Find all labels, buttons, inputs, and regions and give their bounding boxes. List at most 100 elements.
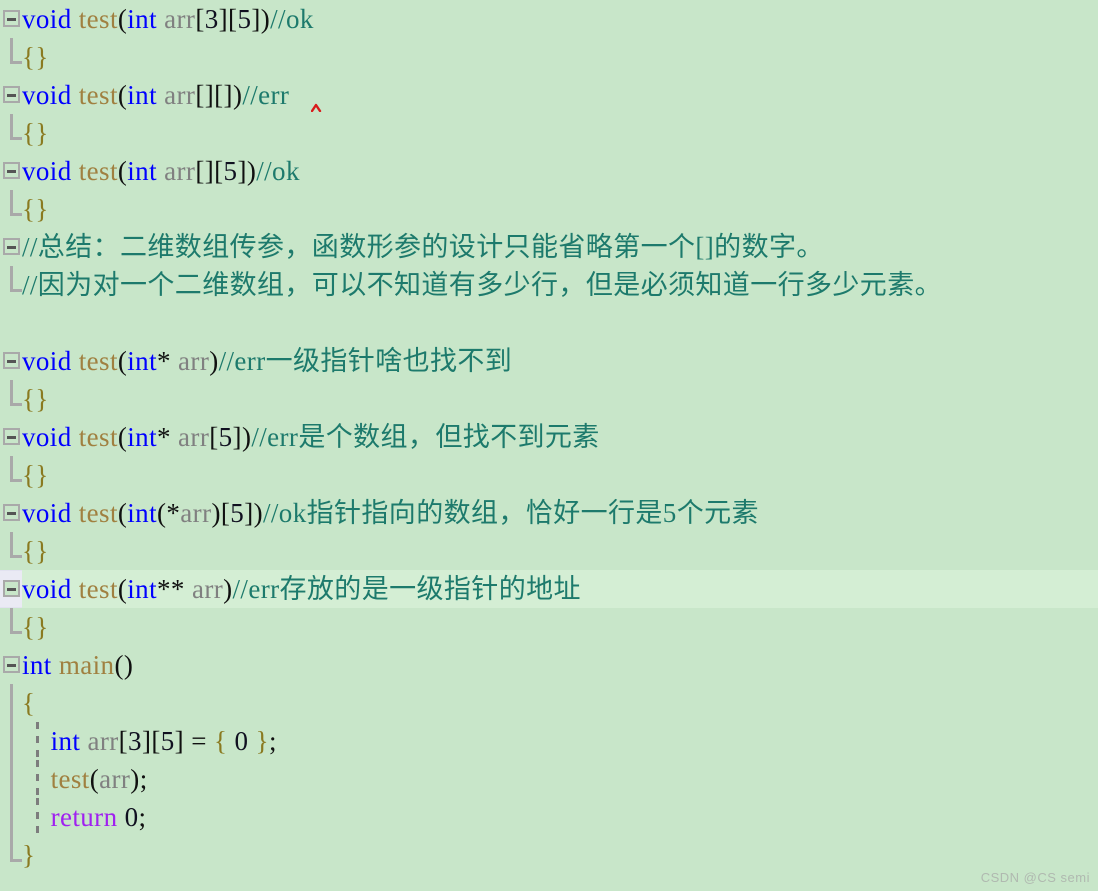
token-brace: {} <box>22 118 49 148</box>
code-text[interactable]: return 0; <box>22 798 146 836</box>
code-line[interactable]: return 0; <box>0 798 1098 836</box>
code-editor-surface[interactable]: void test(int arr[3][5])//ok{} void test(… <box>0 0 1098 891</box>
token-punct: [ <box>151 726 161 756</box>
code-text[interactable]: int arr[3][5] = { 0 }; <box>22 722 277 760</box>
code-line[interactable] <box>0 304 1098 342</box>
code-text[interactable]: void test(int* arr[5])//err是个数组，但找不到元素 <box>22 418 600 456</box>
fold-collapse-icon[interactable] <box>3 238 20 255</box>
code-text[interactable]: void test(int arr[3][5])//ok <box>22 0 314 38</box>
code-line[interactable]: {} <box>0 114 1098 152</box>
code-text[interactable]: {} <box>22 608 49 646</box>
code-line[interactable]: void test(int arr[][])//err <box>0 76 1098 114</box>
code-text[interactable]: {} <box>22 532 49 570</box>
token-id: arr <box>164 80 196 110</box>
token-op: * <box>156 422 171 452</box>
token-kw: int <box>127 80 157 110</box>
token-brace: {} <box>22 612 49 642</box>
fold-collapse-icon[interactable] <box>3 428 20 445</box>
code-text[interactable]: //因为对一个二维数组，可以不知道有多少行，但是必须知道一行多少元素。 <box>22 266 942 304</box>
token-kwret: return <box>50 802 118 832</box>
code-text[interactable]: {} <box>22 380 49 418</box>
token-brace: { <box>214 726 228 756</box>
code-line[interactable]: void test(int** arr)//err存放的是一级指针的地址 <box>0 570 1098 608</box>
token-punct <box>171 422 178 452</box>
code-line[interactable]: {} <box>0 380 1098 418</box>
gutter-cell <box>0 418 22 456</box>
fold-region-end-icon <box>10 456 22 482</box>
token-op: * <box>166 498 181 528</box>
code-line[interactable]: {} <box>0 532 1098 570</box>
token-punct <box>72 498 79 528</box>
token-id: arr <box>178 346 210 376</box>
token-kw: int <box>127 422 157 452</box>
token-punct: ( <box>117 156 128 186</box>
token-punct <box>185 574 192 604</box>
code-text[interactable]: void test(int arr[][])//err <box>22 76 289 114</box>
token-fn: test <box>78 422 118 452</box>
gutter-cell <box>0 494 22 532</box>
gutter-cell <box>0 570 22 608</box>
code-text[interactable]: void test(int** arr)//err存放的是一级指针的地址 <box>22 570 1098 608</box>
token-kw: int <box>127 498 157 528</box>
gutter-cell <box>0 760 22 798</box>
code-text[interactable]: {} <box>22 190 49 228</box>
token-kw: void <box>22 498 72 528</box>
token-punct <box>248 726 255 756</box>
fold-collapse-icon[interactable] <box>3 352 20 369</box>
code-text[interactable]: void test(int* arr)//err一级指针啥也找不到 <box>22 342 512 380</box>
fold-collapse-icon[interactable] <box>3 10 20 27</box>
fold-collapse-icon[interactable] <box>3 656 20 673</box>
token-brace: {} <box>22 536 49 566</box>
code-line[interactable]: {} <box>0 38 1098 76</box>
token-punct <box>22 764 51 794</box>
token-punct: [ <box>118 726 129 756</box>
code-text[interactable]: {} <box>22 38 49 76</box>
code-line[interactable]: int arr[3][5] = { 0 }; <box>0 722 1098 760</box>
code-line[interactable]: {} <box>0 456 1098 494</box>
code-line[interactable]: int main() <box>0 646 1098 684</box>
watermark-label: CSDN @CS semi <box>980 870 1090 885</box>
code-line[interactable]: void test(int arr[3][5])//ok <box>0 0 1098 38</box>
code-text[interactable]: void test(int(*arr)[5])//ok指针指向的数组，恰好一行是… <box>22 494 759 532</box>
code-line[interactable]: //因为对一个二维数组，可以不知道有多少行，但是必须知道一行多少元素。 <box>0 266 1098 304</box>
token-brace: { <box>22 688 36 718</box>
token-cmt: //因为对一个二维数组，可以不知道有多少行，但是必须知道一行多少元素。 <box>22 270 943 300</box>
code-line[interactable]: } <box>0 836 1098 874</box>
code-line[interactable]: test(arr); <box>0 760 1098 798</box>
code-line[interactable]: void test(int(*arr)[5])//ok指针指向的数组，恰好一行是… <box>0 494 1098 532</box>
code-line[interactable]: {} <box>0 190 1098 228</box>
code-text[interactable]: //总结：二维数组传参，函数形参的设计只能省略第一个[]的数字。 <box>22 228 824 266</box>
code-line[interactable]: {} <box>0 608 1098 646</box>
code-line[interactable]: { <box>0 684 1098 722</box>
token-cmt: //ok指针指向的数组，恰好一行是5个元素 <box>263 498 759 528</box>
code-text[interactable]: { <box>22 684 35 722</box>
code-text[interactable]: test(arr); <box>22 760 148 798</box>
code-line[interactable]: void test(int arr[][5])//ok <box>0 152 1098 190</box>
code-text[interactable]: {} <box>22 114 49 152</box>
token-punct: [ <box>195 156 205 186</box>
gutter-cell <box>0 0 22 38</box>
code-text[interactable]: } <box>22 836 35 874</box>
code-line[interactable]: void test(int* arr)//err一级指针啥也找不到 <box>0 342 1098 380</box>
fold-collapse-icon[interactable] <box>3 86 20 103</box>
fold-collapse-icon[interactable] <box>3 504 20 521</box>
code-line[interactable]: //总结：二维数组传参，函数形参的设计只能省略第一个[]的数字。 <box>0 228 1098 266</box>
code-text[interactable]: int main() <box>22 646 133 684</box>
token-punct: ] <box>232 422 242 452</box>
gutter-cell <box>0 456 22 494</box>
token-punct: ; <box>268 726 277 756</box>
token-punct: ] <box>251 4 261 34</box>
token-kw: int <box>127 346 157 376</box>
token-punct: ) <box>211 498 221 528</box>
fold-collapse-icon[interactable] <box>3 580 20 597</box>
token-op: = <box>184 726 215 756</box>
token-punct: ) <box>232 80 243 110</box>
token-cmt: //err是个数组，但找不到元素 <box>251 422 600 452</box>
code-text[interactable]: {} <box>22 456 49 494</box>
fold-collapse-icon[interactable] <box>3 162 20 179</box>
token-num: 3 <box>128 726 142 756</box>
code-text[interactable]: void test(int arr[][5])//ok <box>22 152 300 190</box>
fold-region-end-icon <box>10 190 22 216</box>
token-fn: test <box>78 80 118 110</box>
code-line[interactable]: void test(int* arr[5])//err是个数组，但找不到元素 <box>0 418 1098 456</box>
